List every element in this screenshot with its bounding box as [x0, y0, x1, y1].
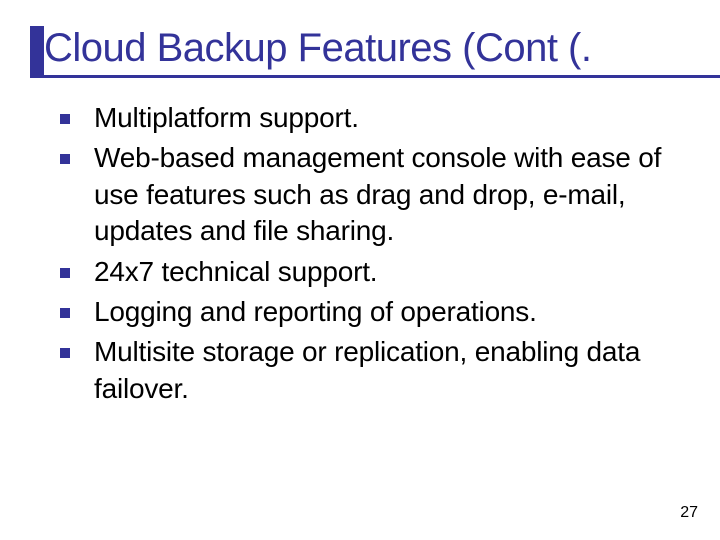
bullet-text: Multiplatform support.: [94, 100, 359, 136]
bullet-text: Logging and reporting of operations.: [94, 294, 537, 330]
content-area: Multiplatform support. Web-based managem…: [60, 100, 690, 411]
bullet-text: 24x7 technical support.: [94, 254, 377, 290]
slide: Cloud Backup Features (Cont (. Multiplat…: [0, 0, 720, 540]
bullet-icon: [60, 348, 70, 358]
bullet-text: Web-based management console with ease o…: [94, 140, 690, 249]
list-item: Logging and reporting of operations.: [60, 294, 690, 330]
list-item: Multisite storage or replication, enabli…: [60, 334, 690, 407]
bullet-text: Multisite storage or replication, enabli…: [94, 334, 690, 407]
list-item: 24x7 technical support.: [60, 254, 690, 290]
title-accent-bar: [30, 26, 44, 76]
title-underline: [30, 75, 720, 78]
bullet-icon: [60, 154, 70, 164]
bullet-icon: [60, 308, 70, 318]
slide-title: Cloud Backup Features (Cont (.: [44, 26, 591, 71]
bullet-icon: [60, 268, 70, 278]
list-item: Multiplatform support.: [60, 100, 690, 136]
bullet-icon: [60, 114, 70, 124]
list-item: Web-based management console with ease o…: [60, 140, 690, 249]
page-number: 27: [680, 504, 698, 522]
